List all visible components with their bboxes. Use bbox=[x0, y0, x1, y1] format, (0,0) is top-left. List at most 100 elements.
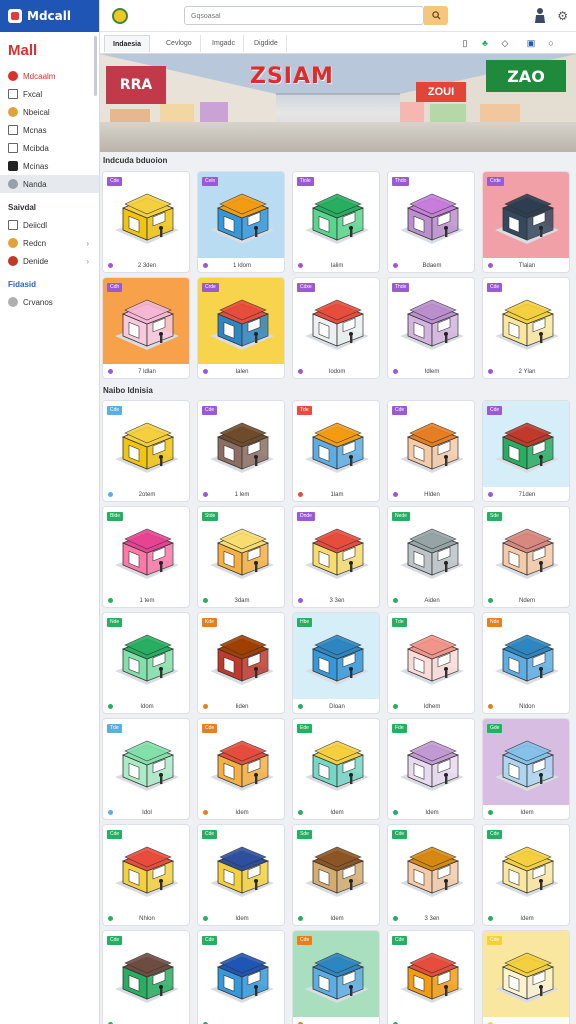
user-icon[interactable] bbox=[534, 7, 546, 23]
logo-bar[interactable]: Mdcall bbox=[0, 0, 99, 32]
sidebar-item-label: Nanda bbox=[23, 179, 47, 189]
store-card[interactable]: Cde Hlden bbox=[387, 400, 475, 502]
sidebar-item-nbeical[interactable]: Nbeical bbox=[0, 103, 99, 121]
store-card[interactable]: Cde Nhlon bbox=[102, 824, 190, 926]
store-card[interactable]: Cdh 7 ldlan bbox=[102, 277, 190, 379]
store-card[interactable]: Cde 2 Ylan bbox=[482, 277, 570, 379]
store-card[interactable]: Celn 1 ldom bbox=[197, 171, 285, 273]
store-card[interactable]: Kde Iiden bbox=[197, 612, 285, 714]
store-caption: Idhem bbox=[423, 704, 441, 710]
search-button[interactable] bbox=[424, 6, 448, 25]
store-card[interactable]: Fde Idem bbox=[387, 718, 475, 820]
bookmark-icon[interactable]: ▯ bbox=[460, 38, 470, 48]
square-icon bbox=[8, 125, 18, 135]
store-illustration bbox=[495, 846, 559, 897]
store-card[interactable]: Crde Ialen bbox=[197, 277, 285, 379]
person-icon bbox=[8, 238, 18, 248]
store-card[interactable]: Cde 71den bbox=[482, 400, 570, 502]
store-card[interactable]: Cde Idem bbox=[197, 718, 285, 820]
store-card[interactable]: Tde 1lam bbox=[292, 400, 380, 502]
window-icon[interactable]: ▣ bbox=[526, 38, 536, 48]
store-card[interactable]: Sde Idem bbox=[292, 824, 380, 926]
store-card[interactable]: Cde 2 3den bbox=[102, 171, 190, 273]
store-illustration bbox=[115, 952, 179, 1003]
store-card[interactable]: Hbe Dloan bbox=[292, 612, 380, 714]
store-card[interactable]: Dnde 3 3en bbox=[292, 506, 380, 608]
sidebar-item-redcn[interactable]: Redcn › bbox=[0, 234, 99, 252]
store-badge: Nde bbox=[107, 618, 123, 627]
sidebar-item-label: Mcnas bbox=[23, 125, 47, 135]
store-card[interactable]: Ede Idem bbox=[292, 718, 380, 820]
sidebar: Mdcall Mall Mdcaalm Fxcal Nbeical Mcnas Mcib… bbox=[0, 0, 100, 1024]
store-badge: Thde bbox=[392, 283, 410, 292]
store-card[interactable]: Stde 3dam bbox=[197, 506, 285, 608]
store-illustration bbox=[305, 952, 369, 1003]
sidebar-section-title-2[interactable]: Fidasid bbox=[0, 270, 99, 293]
mall-title: Mall bbox=[8, 42, 38, 59]
sidebar-item-mcinas[interactable]: Mcinas bbox=[0, 157, 99, 175]
store-card[interactable]: Cde bbox=[387, 930, 475, 1024]
store-caption: Iodom bbox=[328, 369, 346, 375]
store-card[interactable]: Thdo Bdaem bbox=[387, 171, 475, 273]
sidebar-item-nanda[interactable]: Nanda bbox=[0, 175, 99, 193]
store-card[interactable]: Gde Idem bbox=[482, 718, 570, 820]
store-badge: Celn bbox=[202, 177, 219, 186]
tab-imgadc[interactable]: Imgadc bbox=[204, 35, 244, 52]
store-illustration bbox=[115, 740, 179, 791]
store-card[interactable]: Cde Idem bbox=[482, 824, 570, 926]
tag-icon bbox=[8, 161, 18, 171]
store-caption: 71den bbox=[518, 492, 536, 498]
sidebar-scrollbar[interactable] bbox=[94, 36, 97, 96]
diamond-icon[interactable]: ◇ bbox=[500, 38, 510, 48]
store-card[interactable]: Tde Idhem bbox=[387, 612, 475, 714]
leaf-icon[interactable]: ♣ bbox=[480, 38, 490, 48]
sidebar-item-crvanos[interactable]: Crvanos bbox=[0, 293, 99, 311]
sidebar-item-mcnas[interactable]: Mcnas bbox=[0, 121, 99, 139]
sidebar-item-label: Mcibda bbox=[23, 143, 49, 153]
store-badge: Tde bbox=[107, 724, 122, 733]
store-card[interactable]: Cde bbox=[292, 930, 380, 1024]
store-card[interactable]: Crde Tlalan bbox=[482, 171, 570, 273]
store-sign-right: ZAO bbox=[486, 60, 566, 92]
store-badge: Blde bbox=[107, 512, 124, 521]
store-badge: Crde bbox=[202, 283, 219, 292]
store-badge: Cde bbox=[202, 830, 218, 839]
store-card[interactable]: Thde Idlem bbox=[387, 277, 475, 379]
store-caption: 3 3en bbox=[329, 598, 345, 604]
store-card[interactable]: Cde 3 3en bbox=[387, 824, 475, 926]
tab-indaesia[interactable]: Indaesia bbox=[104, 35, 151, 52]
store-card[interactable]: Cde bbox=[102, 930, 190, 1024]
store-card[interactable]: Tde Idol bbox=[102, 718, 190, 820]
store-card[interactable]: Nde Idom bbox=[102, 612, 190, 714]
sidebar-item-mcibda[interactable]: Mcibda bbox=[0, 139, 99, 157]
gear-icon[interactable]: ⚙ bbox=[557, 9, 568, 23]
sidebar-item-denide[interactable]: Denide › bbox=[0, 252, 99, 270]
store-card[interactable]: Cde Idem bbox=[197, 824, 285, 926]
store-caption: 1 tem bbox=[139, 598, 155, 604]
store-caption: Idem bbox=[425, 810, 439, 816]
store-card[interactable]: Sde Ndem bbox=[482, 506, 570, 608]
store-illustration bbox=[400, 634, 464, 685]
avatar[interactable] bbox=[112, 8, 128, 24]
store-badge: Cde bbox=[202, 936, 218, 945]
store-card[interactable]: Blde 1 tem bbox=[102, 506, 190, 608]
store-card[interactable]: Cde 1 lem bbox=[197, 400, 285, 502]
store-card[interactable]: Cdxe Iodom bbox=[292, 277, 380, 379]
store-caption: Idem bbox=[520, 810, 534, 816]
sidebar-item-fxcal[interactable]: Fxcal bbox=[0, 85, 99, 103]
search-input[interactable] bbox=[191, 9, 421, 23]
tab-digdide[interactable]: Digdide bbox=[246, 35, 287, 52]
settings-icon[interactable]: ○ bbox=[546, 38, 556, 48]
sidebar-item-mdcaalm[interactable]: Mdcaalm bbox=[0, 67, 99, 85]
store-caption: Idlem bbox=[424, 369, 440, 375]
store-card[interactable]: Nde Nldon bbox=[482, 612, 570, 714]
store-card[interactable]: Cde bbox=[482, 930, 570, 1024]
store-card[interactable]: Tiole Ialim bbox=[292, 171, 380, 273]
store-badge: Gde bbox=[487, 724, 503, 733]
sidebar-item-deiicdl[interactable]: Deiicdl bbox=[0, 216, 99, 234]
store-illustration bbox=[210, 193, 274, 244]
store-card[interactable]: Nede Aiden bbox=[387, 506, 475, 608]
tab-cevlogo[interactable]: Cevlogo bbox=[158, 35, 201, 52]
store-card[interactable]: Cde bbox=[197, 930, 285, 1024]
store-card[interactable]: Cde 2otem bbox=[102, 400, 190, 502]
